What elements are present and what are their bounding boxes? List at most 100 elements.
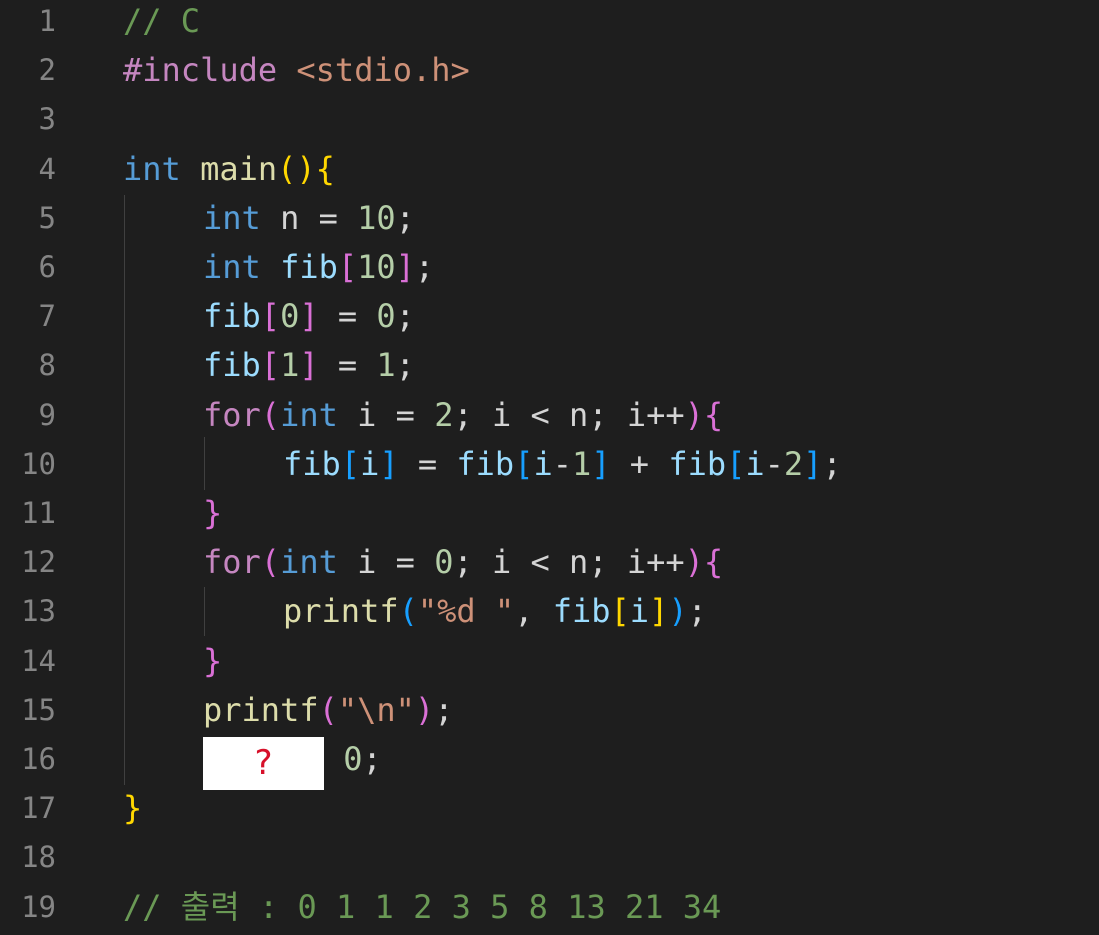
code-token: ) [668,592,688,631]
code-token: [ [514,444,534,483]
code-token: ; i < n; i++ [453,543,685,582]
code-token: = [318,297,377,336]
code-token: ] [299,346,319,385]
code-token: <stdio.h> [296,51,470,90]
code-text: // 출력 : 0 1 1 2 3 5 8 13 21 34 [123,883,721,932]
code-token: int [280,543,338,582]
code-token: i [533,444,553,483]
code-line[interactable]: 15 printf("\n"); [0,686,1099,735]
line-number: 2 [38,53,56,88]
line-number: 1 [38,4,56,38]
code-token: "%d " [417,592,515,631]
code-token: fib [668,444,727,483]
code-token: ( [318,690,338,729]
code-token: i = [337,395,435,434]
code-token: for [203,395,261,434]
code-line[interactable]: 2 #include <stdio.h> [0,46,1099,95]
code-token: int [123,149,181,188]
code-line[interactable]: 1 // C [0,0,1099,46]
code-token: ; [395,346,415,385]
code-text: printf("\n"); [203,686,453,735]
code-text: } [203,637,222,686]
code-line[interactable]: 7 fib[0] = 0; [0,292,1099,341]
line-number: 3 [38,102,56,137]
code-token: ( [260,543,281,582]
code-line[interactable]: 19 // 출력 : 0 1 1 2 3 5 8 13 21 34 [0,883,1099,932]
code-line[interactable]: 6 int fib[10]; [0,243,1099,292]
code-token: "\n" [337,690,415,729]
code-token: 0 [434,543,454,582]
code-token: ; [395,198,415,237]
code-token: i [745,444,765,483]
code-token: ] [591,444,611,483]
code-token: for [203,543,261,582]
code-token: ; [687,592,707,631]
code-line[interactable]: 4 int main(){ [0,145,1099,194]
code-editor[interactable]: 1// C 2 #include <stdio.h> 3 4 int main(){5 in… [0,0,1099,935]
code-line[interactable]: 18 [0,833,1099,882]
code-token: printf [203,690,319,729]
code-token: i [360,444,380,483]
line-number: 15 [21,692,56,727]
code-token: i = [337,543,435,582]
code-token: ; [362,740,382,778]
code-token: , [514,592,553,631]
code-token: fib [280,248,338,286]
code-token: int [280,395,338,434]
code-token: ( [398,592,418,631]
code-line[interactable]: 12 for(int i = 0; i < n; i++){ [0,538,1099,587]
code-token: n = [260,198,358,237]
code-token: = [318,346,377,385]
code-text: fib[0] = 0; [203,292,415,341]
code-token: fib [203,297,261,336]
code-line[interactable]: 14} [0,637,1099,686]
indent-guide [204,437,205,490]
code-text: ? 0; [203,735,382,790]
code-line[interactable]: 16? 0; [0,735,1099,790]
code-text: int fib[10]; [203,243,434,292]
code-token: ; [414,248,435,286]
line-number: 7 [38,299,56,334]
code-token: fib [552,592,611,631]
code-token: fib [456,444,515,483]
line-number: 19 [21,889,56,924]
code-text: for(int i = 2; i < n; i++){ [203,391,723,440]
code-token: (){ [277,149,335,188]
line-number: 13 [21,594,56,629]
code-text: fib[1] = 1; [203,341,415,390]
code-token: [ [260,297,281,336]
code-token: int [203,248,261,286]
code-token: int [203,198,261,237]
code-text: int n = 10; [203,194,415,243]
line-number: 12 [21,545,56,580]
code-line[interactable]: 17} [0,784,1099,833]
code-token: printf [283,592,399,631]
code-token: } [123,789,143,828]
line-number: 10 [21,446,56,481]
code-text: // C [123,0,200,46]
code-line[interactable]: 10 fib[i] = fib[i-1] + fib[i-2]; [0,440,1099,489]
code-token: [ [337,248,358,286]
line-number: 5 [38,200,56,235]
code-token: // 출력 : 0 1 1 2 3 5 8 13 21 34 [123,887,722,926]
code-token: 0 [343,740,363,778]
code-token: ) [414,690,435,729]
code-token: 0 [376,297,396,336]
code-line[interactable]: 3 [0,95,1099,144]
code-token: + [610,444,669,483]
code-text: for(int i = 0; i < n; i++){ [203,538,723,587]
code-line[interactable]: 5 int n = 10; [0,194,1099,243]
code-line[interactable]: 13 printf("%d ", fib[i]); [0,587,1099,636]
code-token: [ [260,346,281,385]
code-line[interactable]: 11} [0,489,1099,538]
code-token: ] [649,592,669,631]
line-number: 4 [38,151,56,186]
code-line[interactable]: 8 fib[1] = 1; [0,341,1099,390]
code-line[interactable]: 9 for(int i = 2; i < n; i++){ [0,391,1099,440]
code-token: ] [395,248,415,286]
code-token: 10 [357,248,396,286]
code-text: int main(){ [123,145,335,194]
code-token: } [203,641,223,680]
